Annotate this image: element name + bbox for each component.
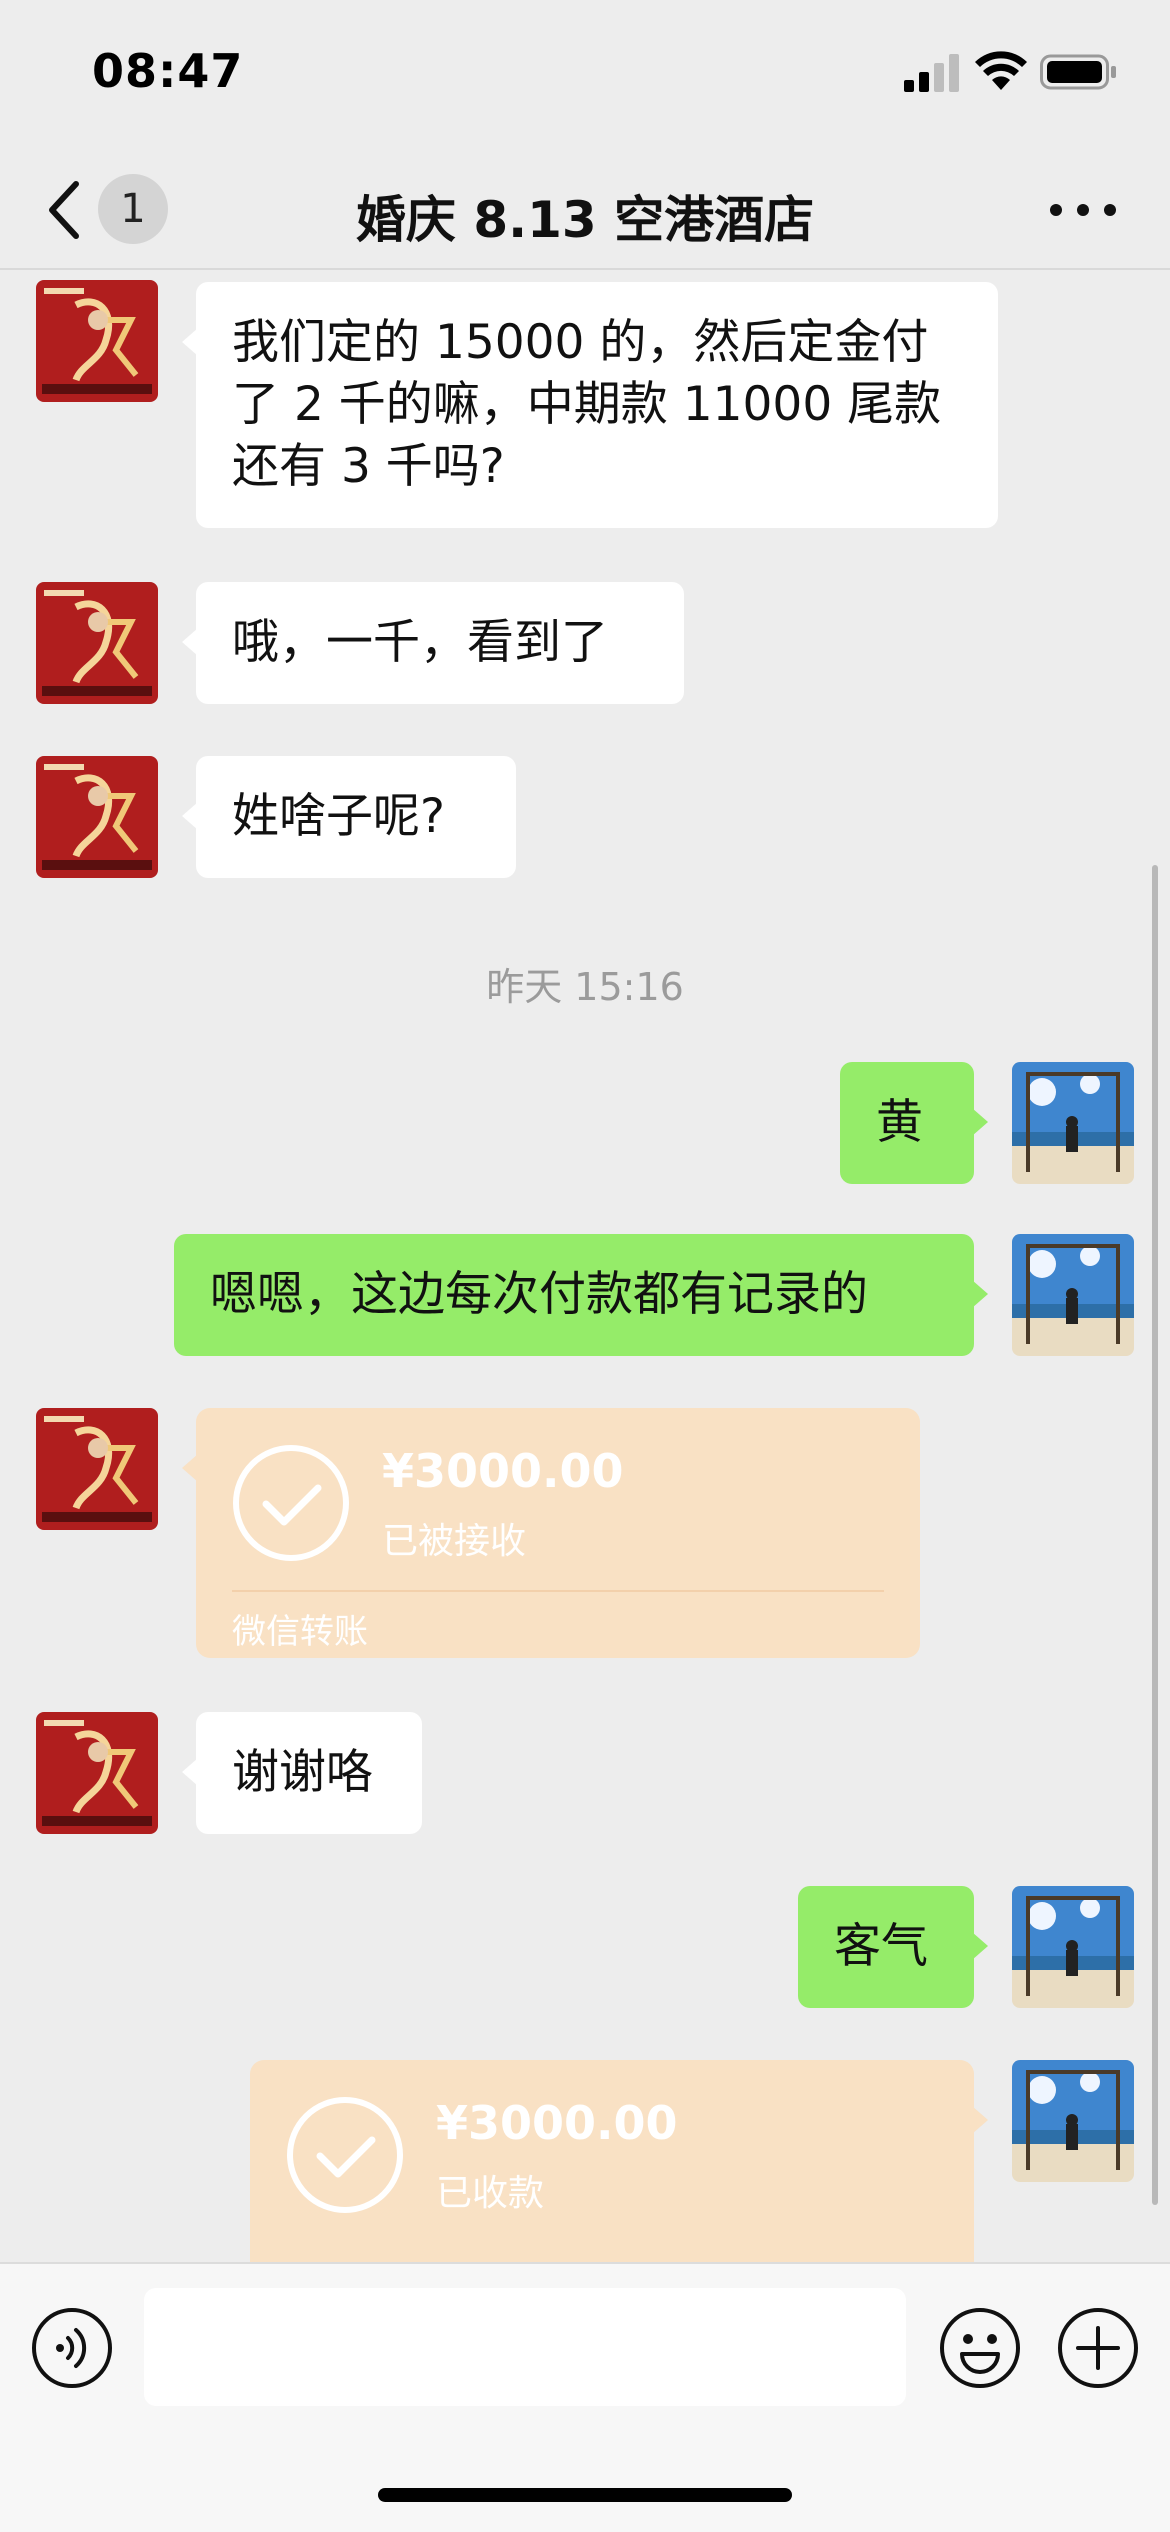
- plus-icon[interactable]: [1056, 2306, 1140, 2390]
- emoji-icon[interactable]: [938, 2306, 1022, 2390]
- nav-bar: 1 婚庆 8.13 空港酒店: [0, 150, 1170, 270]
- contact-avatar[interactable]: [36, 582, 158, 704]
- time-divider: 昨天 15:16: [486, 965, 684, 1009]
- outgoing-message-bubble[interactable]: 嗯嗯，这边每次付款都有记录的: [174, 1234, 988, 1356]
- message-text: 客气: [834, 1919, 928, 1974]
- incoming-message-bubble[interactable]: 哦，一千，看到了: [182, 582, 684, 704]
- more-icon[interactable]: [1050, 198, 1116, 222]
- message-input[interactable]: [144, 2288, 906, 2406]
- message-text: 谢谢咯: [232, 1745, 373, 1800]
- transfer-card[interactable]: ¥3000.00 已收款: [250, 2060, 988, 2262]
- contact-avatar[interactable]: [36, 1712, 158, 1834]
- status-bar: 08:47: [0, 0, 1170, 150]
- transfer-divider: [232, 1590, 884, 1592]
- outgoing-message-bubble[interactable]: 客气: [798, 1886, 988, 2008]
- transfer-amount: ¥3000.00: [436, 2096, 678, 2150]
- message-text-line: 我们定的 15000 的，然后定金付: [232, 315, 929, 370]
- signal-icon: [904, 54, 959, 92]
- my-avatar[interactable]: [1012, 1886, 1134, 2008]
- transfer-card[interactable]: ¥3000.00 已被接收 微信转账: [182, 1408, 920, 1658]
- chat-title: 婚庆 8.13 空港酒店: [355, 191, 815, 249]
- wifi-icon: [975, 51, 1027, 90]
- my-avatar[interactable]: [1012, 1062, 1134, 1184]
- contact-avatar[interactable]: [36, 280, 158, 402]
- battery-icon: [1040, 54, 1116, 90]
- contact-avatar[interactable]: [36, 1408, 158, 1530]
- transfer-status: 已被接收: [382, 1521, 527, 1562]
- chat-message-list[interactable]: 我们定的 15000 的，然后定金付 了 2 千的嘛，中期款 11000 尾款 …: [0, 272, 1170, 2262]
- check-circle-icon: [233, 1445, 349, 1561]
- my-avatar[interactable]: [1012, 2060, 1134, 2182]
- contact-avatar[interactable]: [36, 756, 158, 878]
- status-time: 08:47: [92, 44, 244, 98]
- my-avatar[interactable]: [1012, 1234, 1134, 1356]
- scrollbar[interactable]: [1152, 865, 1158, 2205]
- back-chevron-icon[interactable]: [44, 178, 84, 242]
- message-text: 姓啥子呢?: [232, 789, 445, 844]
- incoming-message-bubble[interactable]: 谢谢咯: [182, 1712, 422, 1834]
- transfer-amount: ¥3000.00: [382, 1444, 624, 1498]
- message-text-line: 了 2 千的嘛，中期款 11000 尾款: [232, 377, 942, 432]
- transfer-status: 已收款: [436, 2173, 545, 2214]
- incoming-message-bubble[interactable]: 姓啥子呢?: [182, 756, 516, 878]
- message-text: 黄: [876, 1095, 923, 1150]
- message-text-line: 还有 3 千吗?: [232, 439, 505, 494]
- transfer-source-label: 微信转账: [232, 1612, 368, 1652]
- check-circle-icon: [287, 2097, 403, 2213]
- outgoing-message-bubble[interactable]: 黄: [840, 1062, 988, 1184]
- message-text: 哦，一千，看到了: [232, 615, 608, 670]
- voice-input-icon[interactable]: [30, 2306, 114, 2390]
- message-text: 嗯嗯，这边每次付款都有记录的: [210, 1267, 868, 1322]
- incoming-message-bubble[interactable]: 我们定的 15000 的，然后定金付 了 2 千的嘛，中期款 11000 尾款 …: [182, 282, 998, 528]
- home-indicator[interactable]: [378, 2488, 792, 2502]
- unread-count-badge[interactable]: 1: [98, 174, 168, 244]
